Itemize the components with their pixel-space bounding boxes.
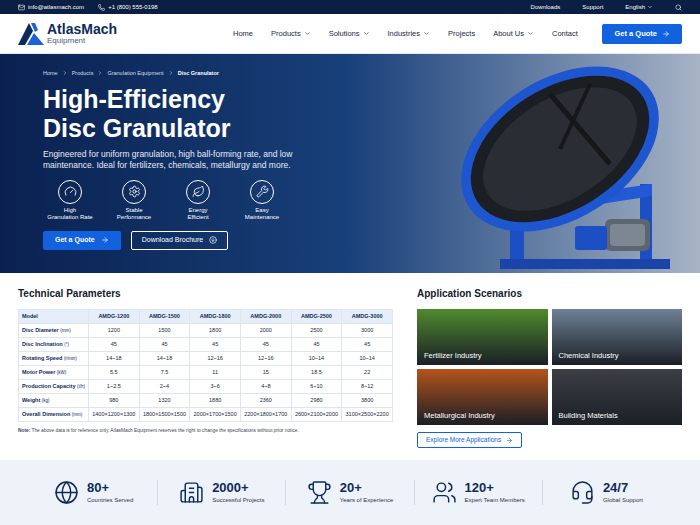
table-row: Weight (kg)98013201880236029803800 xyxy=(19,394,393,408)
column-header: Model xyxy=(19,310,89,324)
table-row: Rotating Speed (r/min)14~1814~1812~1612~… xyxy=(19,352,393,366)
nav-item[interactable]: Products xyxy=(271,28,311,39)
top-bar: info@atlasmach.com +1 (800) 555-0198 Downl… xyxy=(0,0,700,14)
arrow-right-icon xyxy=(101,236,109,244)
nav-menu: Home Products Solutions Industries Projects A… xyxy=(233,28,578,39)
logo[interactable]: AtlasMachEquipment xyxy=(18,22,117,46)
application-card[interactable]: Fertilizer Industry xyxy=(417,309,548,365)
page: info@atlasmach.com +1 (800) 555-0198 Downl… xyxy=(0,0,700,525)
stats-strip: 80+Countries Served2000+Successful Proje… xyxy=(0,460,700,525)
application-card[interactable]: Chemical Industry xyxy=(552,309,683,365)
nav-item[interactable]: About Us xyxy=(493,28,534,39)
table-row: Disc Diameter (mm)1200150018002000250030… xyxy=(19,324,393,338)
column-header: AMDG-3000 xyxy=(342,310,393,324)
column-header: AMDG-2000 xyxy=(240,310,291,324)
chevron-right-icon xyxy=(168,70,174,76)
building-icon xyxy=(179,480,204,505)
download-brochure-button[interactable]: Download Brochure xyxy=(131,231,228,250)
email-link[interactable]: info@atlasmach.com xyxy=(28,3,84,12)
table-row: Overall Dimension (mm)1400×1200×13001800… xyxy=(19,408,393,422)
chevron-down-icon xyxy=(363,30,370,37)
gear-icon xyxy=(128,185,141,198)
chevron-down-icon xyxy=(647,4,653,10)
arrow-right-icon xyxy=(662,30,670,38)
trophy-icon xyxy=(307,480,332,505)
nav-item[interactable]: Industries xyxy=(388,28,431,39)
table-row: Motor Power (kW)5.57.5111518.522 xyxy=(19,366,393,380)
parameters-section: Technical ParametersModelAMDG-1200AMDG-1… xyxy=(18,286,393,460)
application-card[interactable]: Building Materials xyxy=(552,369,683,425)
stat-item: 2000+Successful Projects xyxy=(157,480,285,505)
breadcrumb-item[interactable]: Products xyxy=(72,69,94,77)
parameters-table: ModelAMDG-1200AMDG-1500AMDG-1800AMDG-200… xyxy=(18,309,393,422)
stat-item: 120+Expert Team Members xyxy=(414,480,542,505)
nav-item[interactable]: Solutions xyxy=(329,28,370,39)
stat-item: 80+Countries Served xyxy=(30,480,157,505)
explore-applications-button[interactable]: Explore More Applications xyxy=(417,432,522,448)
breadcrumb-item[interactable]: Granulation Equipment xyxy=(107,69,163,77)
feature-item: HighGranulation Rate xyxy=(43,180,97,222)
nav-item[interactable]: Home xyxy=(233,28,253,39)
globe-icon xyxy=(54,480,79,505)
breadcrumb-item: Disc Granulator xyxy=(178,69,219,77)
content: Technical ParametersModelAMDG-1200AMDG-1… xyxy=(0,273,700,460)
leaf-icon xyxy=(192,185,205,198)
phone-icon xyxy=(98,4,105,11)
column-header: AMDG-1200 xyxy=(89,310,140,324)
column-header: AMDG-1800 xyxy=(190,310,241,324)
table-row: Production Capacity (t/h)1~2.52~43~64~86… xyxy=(19,380,393,394)
phone-link[interactable]: +1 (800) 555-0198 xyxy=(108,3,158,12)
language-select[interactable]: English xyxy=(625,3,653,12)
hero-quote-button[interactable]: Get a Quote xyxy=(43,231,121,250)
breadcrumb: Home Products Granulation Equipment Disc Gr… xyxy=(43,69,360,77)
headset-icon xyxy=(570,480,595,505)
chevron-down-icon xyxy=(423,30,430,37)
chevron-down-icon xyxy=(527,30,534,37)
search-icon[interactable] xyxy=(675,4,682,11)
applications-section: Application ScenariosFertilizer Industry… xyxy=(417,286,682,460)
logo-icon xyxy=(18,23,44,45)
nav-item[interactable]: Projects xyxy=(448,28,475,39)
chevron-down-icon xyxy=(304,30,311,37)
breadcrumb-item[interactable]: Home xyxy=(43,69,58,77)
top-link[interactable]: Support xyxy=(582,3,603,12)
table-row: Disc Inclination (°)454545454545 xyxy=(19,338,393,352)
nav-quote-button[interactable]: Get a Quote xyxy=(602,24,682,44)
column-header: AMDG-1500 xyxy=(139,310,190,324)
gauge-icon xyxy=(64,185,77,198)
machine-image xyxy=(360,54,690,273)
nav-item[interactable]: Contact xyxy=(552,28,578,39)
feature-list: HighGranulation RateStablePerformanceEne… xyxy=(43,180,360,222)
download-icon xyxy=(209,236,217,244)
chevron-right-icon xyxy=(62,70,68,76)
hero-description: Engineered for uniform granulation, high… xyxy=(43,149,308,172)
top-link[interactable]: Downloads xyxy=(531,3,561,12)
arrow-right-icon xyxy=(506,437,513,444)
nav-bar: AtlasMachEquipment Home Products Solutions I… xyxy=(0,14,700,54)
table-header: ModelAMDG-1200AMDG-1500AMDG-1800AMDG-200… xyxy=(19,310,393,324)
column-header: AMDG-2500 xyxy=(291,310,342,324)
users-icon xyxy=(432,480,457,505)
feature-item: StablePerformance xyxy=(107,180,161,222)
application-card[interactable]: Metallurgical Industry xyxy=(417,369,548,425)
feature-item: EasyMaintenance xyxy=(235,180,289,222)
wrench-icon xyxy=(256,185,269,198)
hero: Home Products Granulation Equipment Disc Gr… xyxy=(0,54,700,273)
feature-item: EnergyEfficient xyxy=(171,180,225,222)
mail-icon xyxy=(18,4,25,11)
stat-item: 20+Years of Experience xyxy=(285,480,413,505)
stat-item: 24/7Global Support xyxy=(542,480,670,505)
table-note: Note: The above data is for reference on… xyxy=(18,427,393,434)
hero-title: High-EfficiencyDisc Granulator xyxy=(43,85,360,143)
chevron-right-icon xyxy=(97,70,103,76)
